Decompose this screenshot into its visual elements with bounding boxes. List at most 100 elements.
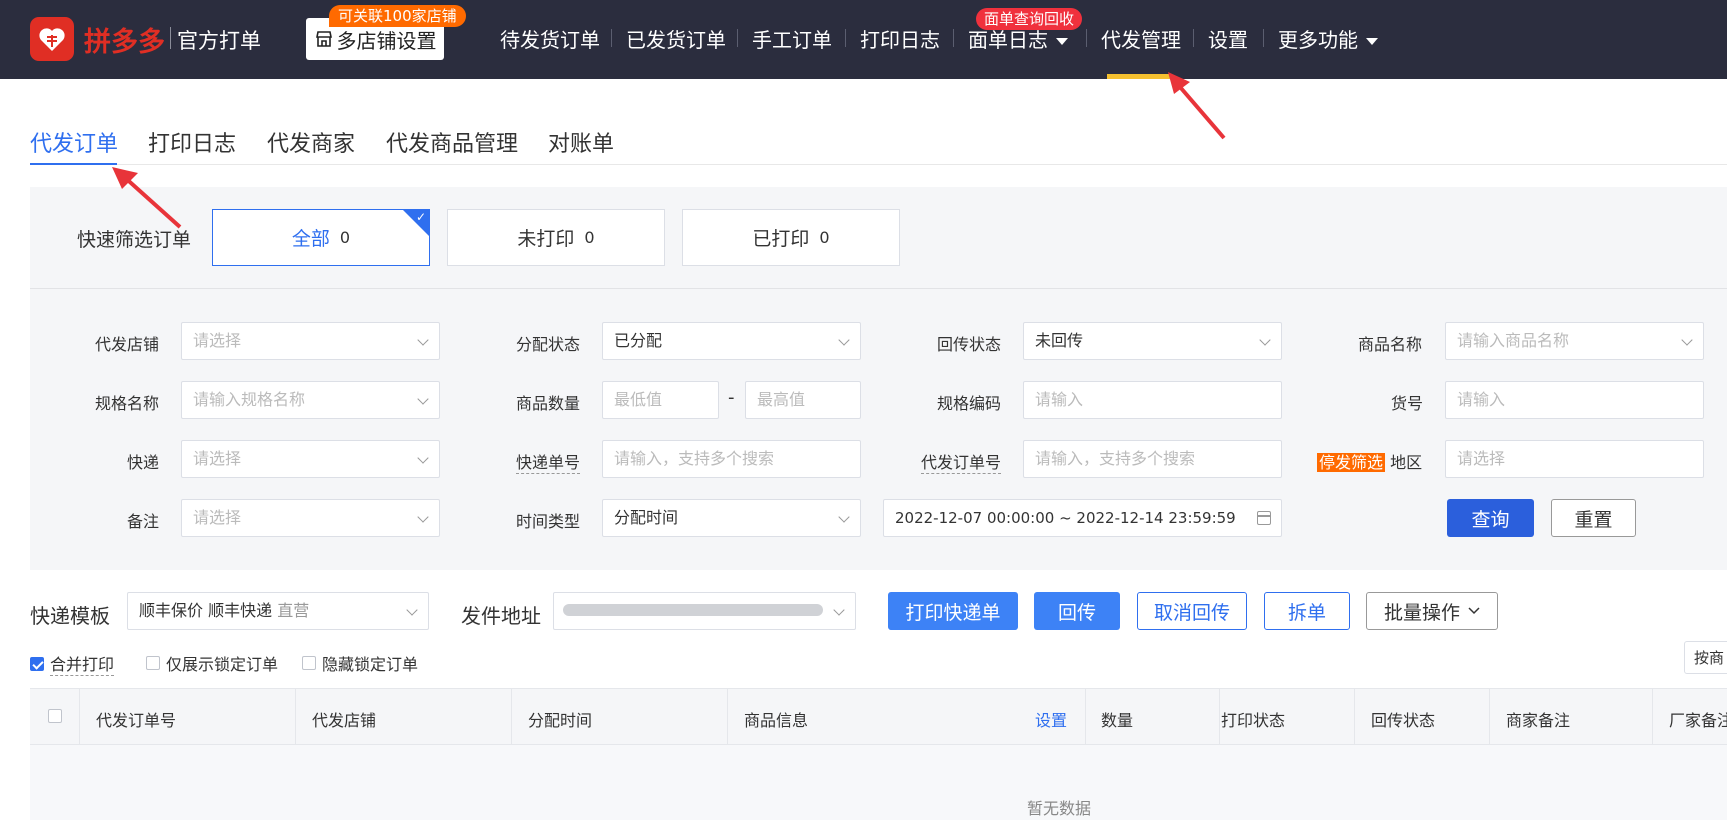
return-status-select[interactable]: 未回传 (1023, 322, 1282, 360)
checkbox-icon (302, 656, 316, 670)
quantity-max-input[interactable]: 最高值 (745, 381, 861, 419)
nav-item-pending-orders[interactable]: 待发货订单 (500, 24, 600, 53)
annotation-arrow-icon (112, 167, 182, 229)
quick-filter-unprinted[interactable]: 未打印 0 (447, 209, 665, 266)
express-select-placeholder: 请选择 (193, 449, 242, 468)
nav-item-agent-management[interactable]: 代发管理 (1101, 24, 1181, 53)
merge-print-label: 合并打印 (50, 651, 115, 676)
column-divider (1354, 688, 1355, 745)
date-range-picker[interactable]: 2022-12-07 00:00:00 ~ 2022-12-14 23:59:5… (883, 499, 1282, 537)
tab-active-underline (30, 163, 117, 165)
column-product-info: 商品信息 (744, 711, 809, 730)
spec-name-select[interactable]: 请输入规格名称 (181, 381, 440, 419)
express-template-label: 快递模板 (30, 604, 110, 628)
quick-filter-unprinted-count: 0 (584, 228, 595, 247)
select-all-checkbox[interactable] (48, 709, 62, 723)
tab-print-log[interactable]: 打印日志 (148, 126, 236, 158)
return-status-label: 回传状态 (937, 335, 1002, 354)
nav-item-manual-orders[interactable]: 手工订单 (752, 24, 832, 53)
tracking-no-label: 快递单号 (516, 449, 581, 474)
shop-filter-label: 代发店铺 (95, 335, 160, 354)
sort-by-product-button[interactable]: 按商 (1684, 641, 1727, 674)
batch-operation-button[interactable]: 批量操作 (1366, 592, 1498, 630)
caret-down-icon (1366, 38, 1378, 45)
tab-statement[interactable]: 对账单 (548, 126, 614, 158)
return-button[interactable]: 回传 (1034, 592, 1120, 630)
column-return-status: 回传状态 (1371, 711, 1436, 730)
date-range-value: 2022-12-07 00:00:00 ~ 2022-12-14 23:59:5… (895, 509, 1236, 527)
time-type-select[interactable]: 分配时间 (602, 499, 861, 537)
express-template-value: 顺丰保价 顺丰快递 (139, 601, 273, 620)
chevron-down-icon (417, 511, 429, 523)
express-label: 快递 (127, 453, 160, 472)
quick-filter-unprinted-label: 未打印 (517, 228, 575, 250)
product-info-settings-link[interactable]: 设置 (1035, 707, 1067, 731)
nav-item-print-log[interactable]: 打印日志 (860, 24, 940, 53)
column-divider (727, 688, 728, 745)
spec-code-label: 规格编码 (937, 394, 1002, 413)
spec-code-input[interactable]: 请输入 (1023, 381, 1282, 419)
product-name-select[interactable]: 请输入商品名称 (1445, 322, 1704, 360)
quantity-min-input[interactable]: 最低值 (602, 381, 719, 419)
nav-divider (845, 29, 846, 47)
chevron-down-icon (406, 604, 418, 616)
nav-item-more-features[interactable]: 更多功能 (1278, 24, 1378, 53)
quick-filter-printed[interactable]: 已打印 0 (682, 209, 900, 266)
logo-subtitle: 官方打单 (177, 29, 261, 53)
store-link-badge: 可关联100家店铺 (329, 5, 466, 27)
pinduoduo-logo-icon (30, 17, 74, 61)
tab-agent-product-management[interactable]: 代发商品管理 (386, 126, 518, 158)
express-template-select[interactable]: 顺丰保价 顺丰快递 直营 (127, 592, 429, 630)
cancel-return-button[interactable]: 取消回传 (1137, 592, 1247, 630)
nav-divider (1263, 29, 1264, 47)
split-order-button[interactable]: 拆单 (1264, 592, 1350, 630)
quick-filter-printed-count: 0 (819, 228, 830, 247)
filter-panel-divider (30, 288, 1727, 289)
item-no-label: 货号 (1391, 394, 1424, 413)
stop-delivery-filter-tag[interactable]: 停发筛选 (1317, 453, 1386, 472)
tab-agent-orders[interactable]: 代发订单 (30, 126, 118, 158)
print-waybill-button[interactable]: 打印快递单 (888, 592, 1018, 630)
item-no-input[interactable]: 请输入 (1445, 381, 1704, 419)
nav-item-shipped-orders[interactable]: 已发货订单 (626, 24, 726, 53)
region-select[interactable]: 请选择 (1445, 440, 1704, 478)
checkbox-checked-icon (30, 656, 44, 671)
column-divider (511, 688, 512, 745)
calendar-icon (1257, 511, 1271, 525)
region-filter-label: 停发筛选 地区 (1317, 449, 1422, 473)
tracking-no-input[interactable]: 请输入，支持多个搜索 (602, 440, 861, 478)
column-print-status: 打印状态 (1221, 711, 1286, 730)
tab-agent-merchants[interactable]: 代发商家 (267, 126, 355, 158)
spec-name-label: 规格名称 (95, 394, 160, 413)
caret-down-icon (1056, 38, 1068, 45)
nav-item-settings[interactable]: 设置 (1208, 24, 1248, 53)
hide-locked-checkbox[interactable]: 隐藏锁定订单 (302, 651, 418, 675)
agent-order-no-label: 代发订单号 (921, 449, 1002, 474)
column-merchant-remark: 商家备注 (1506, 711, 1571, 730)
return-status-value: 未回传 (1035, 331, 1084, 350)
assign-status-select[interactable]: 已分配 (602, 322, 861, 360)
quantity-label: 商品数量 (516, 394, 581, 413)
nav-divider (737, 29, 738, 47)
chevron-down-icon (417, 334, 429, 346)
quick-filter-all-label: 全部 (291, 228, 330, 250)
column-factory-remark: 厂家备注 (1669, 711, 1727, 730)
remark-select[interactable]: 请选择 (181, 499, 440, 537)
shop-select[interactable]: 请选择 (181, 322, 440, 360)
product-name-placeholder: 请输入商品名称 (1457, 331, 1570, 350)
checkbox-icon (146, 656, 160, 670)
spec-name-placeholder: 请输入规格名称 (193, 390, 306, 409)
tab-bar-divider (30, 164, 1727, 165)
agent-order-no-input[interactable]: 请输入，支持多个搜索 (1023, 440, 1282, 478)
column-divider (1489, 688, 1490, 745)
only-locked-checkbox[interactable]: 仅展示锁定订单 (146, 651, 278, 675)
nav-divider (611, 29, 612, 47)
reset-button[interactable]: 重置 (1551, 499, 1636, 537)
assign-status-value: 已分配 (614, 331, 663, 350)
express-select[interactable]: 请选择 (181, 440, 440, 478)
quick-filter-all[interactable]: 全部 0 ✓ (212, 209, 430, 266)
query-button[interactable]: 查询 (1447, 499, 1534, 537)
assign-status-label: 分配状态 (516, 335, 581, 354)
merge-print-checkbox[interactable]: 合并打印 (30, 651, 115, 676)
table-body (30, 745, 1727, 820)
